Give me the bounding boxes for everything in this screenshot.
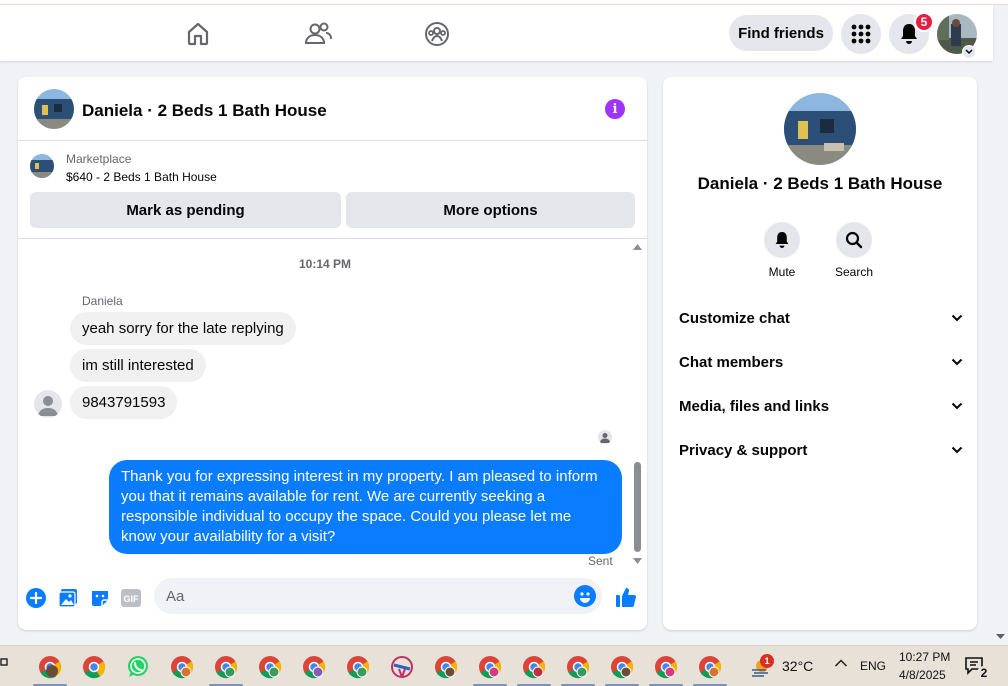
groups-icon[interactable] bbox=[422, 19, 452, 49]
menu-grid-button[interactable] bbox=[841, 14, 881, 54]
temperature-text[interactable]: 32°C bbox=[782, 658, 813, 674]
chrome-profile-app-icon[interactable] bbox=[38, 655, 62, 679]
language-indicator[interactable]: ENG bbox=[860, 659, 886, 673]
info-icon[interactable]: i bbox=[605, 99, 625, 119]
marketplace-label: Marketplace bbox=[66, 152, 132, 166]
sticker-icon[interactable] bbox=[89, 587, 111, 609]
page-scrollbar[interactable] bbox=[993, 61, 1008, 645]
section-label: Media, files and links bbox=[679, 397, 830, 415]
chevron-down-icon bbox=[951, 446, 963, 454]
whatsapp-app-icon[interactable] bbox=[126, 655, 150, 679]
message-input[interactable]: Aa bbox=[154, 578, 602, 614]
bell-icon bbox=[764, 222, 800, 258]
chevron-down-icon bbox=[951, 314, 963, 322]
find-friends-button[interactable]: Find friends bbox=[729, 15, 833, 51]
home-icon[interactable] bbox=[183, 19, 213, 49]
scrollbar-thumb[interactable] bbox=[634, 462, 641, 552]
message-composer: GIF Aa bbox=[18, 572, 647, 630]
photo-icon[interactable] bbox=[57, 587, 79, 609]
chrome-profile-app-icon[interactable] bbox=[478, 655, 502, 679]
section-label: Customize chat bbox=[679, 309, 790, 327]
chrome-profile-app-icon[interactable] bbox=[214, 655, 238, 679]
chrome-profile-app-icon[interactable] bbox=[654, 655, 678, 679]
privacy-support-section[interactable]: Privacy & support bbox=[679, 438, 963, 462]
task-view-icon[interactable] bbox=[0, 657, 8, 675]
incoming-message[interactable]: im still interested bbox=[70, 349, 206, 382]
gif-icon[interactable]: GIF bbox=[120, 587, 142, 609]
chrome-profile-app-icon[interactable] bbox=[258, 655, 282, 679]
snipping-tool-app-icon[interactable] bbox=[390, 655, 414, 679]
chat-members-section[interactable]: Chat members bbox=[679, 350, 963, 374]
chrome-profile-app-icon[interactable] bbox=[522, 655, 546, 679]
search-icon bbox=[836, 222, 872, 258]
top-navigation-bar: Find friends 5 bbox=[0, 5, 993, 61]
outgoing-message[interactable]: Thank you for expressing interest in my … bbox=[109, 460, 622, 554]
incoming-message[interactable]: yeah sorry for the late replying bbox=[70, 312, 296, 345]
conversation-title: Daniela · 2 Beds 1 Bath House bbox=[697, 174, 943, 193]
grid-icon bbox=[851, 24, 871, 44]
chrome-profile-app-icon[interactable] bbox=[566, 655, 590, 679]
listing-thumbnail[interactable] bbox=[30, 154, 54, 178]
message-timestamp: 10:14 PM bbox=[298, 257, 352, 271]
conversation-avatar[interactable] bbox=[784, 93, 856, 165]
marketplace-listing-bar: Marketplace $640 - 2 Beds 1 Bath House M… bbox=[18, 141, 647, 239]
emoji-icon[interactable] bbox=[574, 585, 596, 607]
chevron-down-icon bbox=[951, 402, 963, 410]
chrome-profile-app-icon[interactable] bbox=[302, 655, 326, 679]
mute-button[interactable]: Mute bbox=[752, 222, 812, 279]
chat-title[interactable]: Daniela · 2 Beds 1 Bath House bbox=[82, 101, 327, 121]
message-scrollbar[interactable] bbox=[630, 240, 644, 570]
clock-date[interactable]: 4/8/2025 bbox=[899, 668, 946, 682]
chat-panel: Daniela · 2 Beds 1 Bath House i Marketpl… bbox=[18, 77, 647, 630]
windows-taskbar: 1 32°C ENG 10:27 PM 4/8/2025 2 bbox=[0, 645, 1008, 686]
more-options-button[interactable]: More options bbox=[346, 192, 635, 228]
message-status: Sent bbox=[588, 554, 613, 568]
account-chevron-icon[interactable] bbox=[962, 45, 976, 59]
notification-center-count: 2 bbox=[977, 666, 991, 680]
chevron-down-icon bbox=[951, 358, 963, 366]
chrome-profile-app-icon[interactable] bbox=[434, 655, 458, 679]
friends-icon[interactable] bbox=[303, 19, 333, 49]
chrome-profile-app-icon[interactable] bbox=[698, 655, 722, 679]
notification-count-badge: 5 bbox=[914, 12, 934, 32]
sender-avatar-icon[interactable] bbox=[34, 390, 62, 418]
chrome-app-icon[interactable] bbox=[82, 655, 106, 679]
incoming-message[interactable]: 9843791593 bbox=[70, 386, 178, 419]
add-plus-icon[interactable] bbox=[25, 587, 47, 609]
svg-text:GIF: GIF bbox=[124, 594, 140, 604]
section-label: Privacy & support bbox=[679, 441, 808, 459]
media-files-links-section[interactable]: Media, files and links bbox=[679, 394, 963, 418]
message-list[interactable]: 10:14 PM Daniela yeah sorry for the late… bbox=[18, 240, 647, 570]
mute-label: Mute bbox=[768, 265, 796, 279]
tray-expand-chevron-icon[interactable] bbox=[834, 657, 848, 671]
customize-chat-section[interactable]: Customize chat bbox=[679, 306, 963, 330]
search-label: Search bbox=[834, 265, 874, 279]
read-receipt-avatar-icon bbox=[598, 430, 612, 444]
listing-title[interactable]: $640 - 2 Beds 1 Bath House bbox=[66, 170, 217, 184]
chrome-profile-app-icon[interactable] bbox=[346, 655, 370, 679]
clock-time[interactable]: 10:27 PM bbox=[899, 650, 950, 664]
search-button[interactable]: Search bbox=[824, 222, 884, 279]
section-label: Chat members bbox=[679, 353, 784, 371]
chat-header: Daniela · 2 Beds 1 Bath House i bbox=[18, 77, 647, 141]
chrome-profile-app-icon[interactable] bbox=[170, 655, 194, 679]
mark-as-pending-button[interactable]: Mark as pending bbox=[30, 192, 341, 228]
chrome-profile-app-icon[interactable] bbox=[610, 655, 634, 679]
chat-avatar[interactable] bbox=[34, 89, 74, 129]
like-thumbs-up-icon[interactable] bbox=[614, 585, 638, 609]
weather-alert-badge: 1 bbox=[760, 654, 774, 668]
sender-name: Daniela bbox=[82, 294, 123, 308]
message-input-placeholder: Aa bbox=[166, 588, 185, 605]
conversation-details-panel: Daniela · 2 Beds 1 Bath House Mute Searc… bbox=[663, 77, 977, 630]
